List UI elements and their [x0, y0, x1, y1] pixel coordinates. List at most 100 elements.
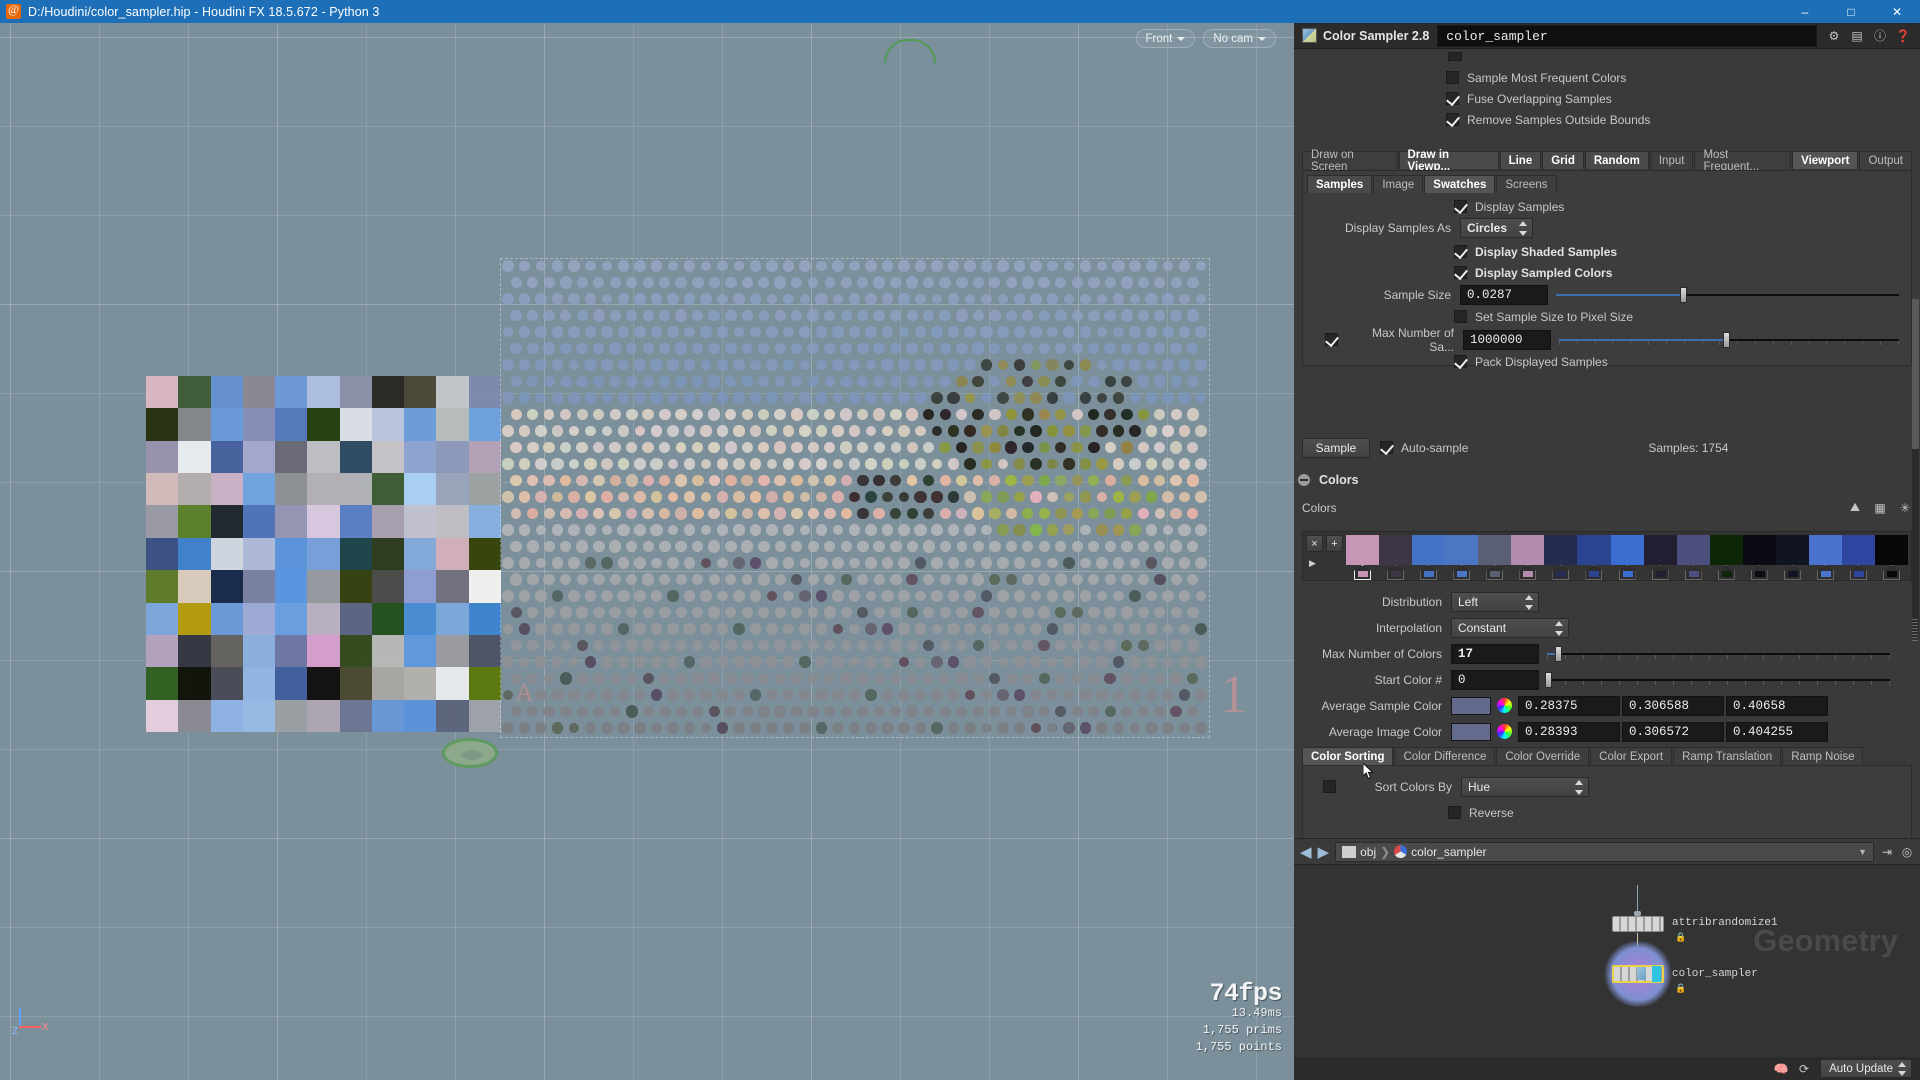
row-sort-colors-by[interactable]: Sort Colors By Hue: [1303, 776, 1903, 797]
display-shaded-samples-checkbox[interactable]: [1454, 245, 1467, 258]
nav-forward-icon[interactable]: ▶: [1318, 843, 1330, 861]
average-image-color-g[interactable]: 0.306572: [1622, 721, 1724, 742]
tab-ramp-translation[interactable]: Ramp Translation: [1673, 747, 1782, 765]
ramp-color-band[interactable]: [1643, 535, 1677, 565]
sample-size-slider[interactable]: [1556, 285, 1899, 305]
average-image-color-r[interactable]: 0.28393: [1518, 721, 1620, 742]
collapse-icon[interactable]: [1298, 473, 1310, 486]
ramp-color-band[interactable]: [1775, 535, 1809, 565]
parameter-scroll-area[interactable]: Sample Most Frequent Colors Fuse Overlap…: [1294, 49, 1920, 839]
row-display-samples-as[interactable]: Display Samples As Circles: [1303, 217, 1903, 238]
ramp-buttons[interactable]: × + ▶: [1306, 535, 1346, 577]
fuse-overlapping-samples-checkbox[interactable]: [1446, 92, 1459, 105]
row-display-samples[interactable]: Display Samples: [1454, 196, 1564, 217]
info-icon[interactable]: ⓘ: [1873, 29, 1887, 43]
color-wheel-icon[interactable]: [1497, 724, 1512, 739]
average-sample-color-g[interactable]: 0.306588: [1622, 695, 1724, 716]
ramp-color-band[interactable]: [1511, 535, 1545, 565]
parameter-scrollbar[interactable]: [1912, 299, 1919, 639]
row-interpolation[interactable]: Interpolation Constant: [1294, 617, 1896, 638]
color-ramp-widget[interactable]: × + ▶: [1302, 531, 1912, 581]
max-number-of-samples-slider[interactable]: [1559, 330, 1899, 350]
ramp-expand-icon[interactable]: ▶: [1309, 558, 1346, 569]
ramp-key-handle[interactable]: [1346, 565, 1379, 580]
tab-draw-on-screen[interactable]: Draw on Screen: [1302, 149, 1398, 173]
ramp-toolbar[interactable]: ⛰ ▦ ✳: [1848, 500, 1912, 515]
ramp-color-band[interactable]: [1742, 535, 1776, 565]
breadcrumb-color-sampler[interactable]: color_sampler: [1411, 845, 1486, 859]
ramp-color-band[interactable]: [1379, 535, 1413, 565]
row-pack-displayed-samples[interactable]: Pack Displayed Samples: [1454, 351, 1608, 372]
ramp-color-band[interactable]: [1412, 535, 1446, 565]
camera-menu[interactable]: No cam: [1203, 29, 1276, 48]
max-number-of-colors-slider[interactable]: [1547, 644, 1890, 664]
panel-resize-grip[interactable]: [1912, 619, 1918, 641]
row-display-shaded-samples[interactable]: Display Shaded Samples: [1454, 241, 1617, 262]
ramp-color-band[interactable]: [1709, 535, 1743, 565]
row-remove-outside-bounds[interactable]: Remove Samples Outside Bounds: [1446, 109, 1650, 130]
scene-viewport[interactable]: 1 A Front No cam Z X 74fps 13.49ms 1,755…: [0, 23, 1294, 1080]
ramp-color-band[interactable]: [1544, 535, 1578, 565]
ramp-color-band[interactable]: [1841, 535, 1875, 565]
network-footer[interactable]: 🧠 ⟳ Auto Update: [1294, 1057, 1920, 1080]
ramp-key-handle[interactable]: [1644, 565, 1677, 580]
tab-most-frequent[interactable]: Most Frequent...: [1694, 149, 1792, 173]
ramp-key-handle[interactable]: [1809, 565, 1842, 580]
row-average-image-color[interactable]: Average Image Color 0.28393 0.306572 0.4…: [1294, 721, 1904, 742]
pack-displayed-samples-checkbox[interactable]: [1454, 355, 1467, 368]
refresh-icon[interactable]: ⟳: [1797, 1062, 1811, 1076]
breadcrumb-obj[interactable]: obj: [1360, 845, 1376, 859]
tab-line[interactable]: Line: [1499, 151, 1542, 169]
row-sample-size[interactable]: Sample Size 0.0287: [1303, 284, 1905, 305]
color-wheel-icon[interactable]: [1497, 698, 1512, 713]
max-number-of-samples-field[interactable]: 1000000: [1463, 329, 1551, 350]
ramp-load-icon[interactable]: ⛰: [1848, 500, 1862, 515]
ramp-color-band[interactable]: [1808, 535, 1842, 565]
tab-color-export[interactable]: Color Export: [1590, 747, 1673, 765]
cook-icon[interactable]: 🧠: [1774, 1062, 1789, 1076]
ramp-key-handle[interactable]: [1412, 565, 1445, 580]
start-color-field[interactable]: 0: [1451, 669, 1539, 690]
max-number-of-colors-field[interactable]: 17: [1451, 643, 1539, 664]
ramp-key-handle[interactable]: [1445, 565, 1478, 580]
tab-swatches[interactable]: Swatches: [1424, 175, 1496, 193]
row-max-number-colors[interactable]: Max Number of Colors 17: [1294, 643, 1896, 664]
ramp-key-handle[interactable]: [1478, 565, 1511, 580]
tab-color-difference[interactable]: Color Difference: [1394, 747, 1496, 765]
tab-output[interactable]: Output: [1859, 151, 1913, 169]
network-canvas[interactable]: Geometry attribrandomize1 🔒 color_sample…: [1294, 865, 1920, 1057]
chevron-down-icon[interactable]: ▼: [1858, 847, 1867, 857]
tab-ramp-noise[interactable]: Ramp Noise: [1782, 747, 1864, 765]
ramp-key-handle[interactable]: [1743, 565, 1776, 580]
average-image-color-b[interactable]: 0.404255: [1726, 721, 1828, 742]
stepper-arrows-icon[interactable]: [1898, 1062, 1907, 1076]
tab-viewport[interactable]: Viewport: [1792, 151, 1859, 169]
node-attribrandomize1[interactable]: [1612, 916, 1664, 932]
set-sample-size-to-pixel-size-checkbox[interactable]: [1454, 310, 1467, 323]
interpolation-dropdown[interactable]: Constant: [1451, 617, 1569, 638]
reverse-checkbox[interactable]: [1448, 806, 1461, 819]
network-path-bar[interactable]: ◀ ▶ obj ❯ color_sampler ▼ ⇥ ◎: [1294, 839, 1920, 865]
row-average-sample-color[interactable]: Average Sample Color 0.28375 0.306588 0.…: [1294, 695, 1904, 716]
network-editor[interactable]: ◀ ▶ obj ❯ color_sampler ▼ ⇥ ◎ Geometry a…: [1294, 839, 1920, 1080]
tab-random[interactable]: Random: [1584, 151, 1649, 169]
ramp-color-band[interactable]: [1577, 535, 1611, 565]
average-image-color-swatch[interactable]: [1451, 722, 1491, 741]
auto-update-dropdown[interactable]: Auto Update: [1820, 1059, 1912, 1078]
maximize-button[interactable]: □: [1828, 0, 1874, 23]
minimize-button[interactable]: –: [1782, 0, 1828, 23]
remove-samples-outside-bounds-checkbox[interactable]: [1446, 113, 1459, 126]
colors-section-header[interactable]: Colors: [1298, 469, 1908, 490]
average-sample-color-b[interactable]: 0.40658: [1726, 695, 1828, 716]
ramp-key-handle[interactable]: [1379, 565, 1412, 580]
tab-screens[interactable]: Screens: [1496, 175, 1557, 193]
green-torus-geometry[interactable]: [442, 738, 498, 768]
stepper-arrows-icon[interactable]: [1519, 220, 1528, 236]
ramp-color-band[interactable]: [1875, 535, 1909, 565]
sample-size-field[interactable]: 0.0287: [1460, 284, 1548, 305]
gear-icon[interactable]: ⚙: [1827, 29, 1841, 43]
tab-input[interactable]: Input: [1649, 151, 1694, 169]
node-name-field[interactable]: color_sampler: [1437, 24, 1817, 47]
row-start-color[interactable]: Start Color # 0: [1294, 669, 1896, 690]
ramp-key-handle[interactable]: [1511, 565, 1544, 580]
